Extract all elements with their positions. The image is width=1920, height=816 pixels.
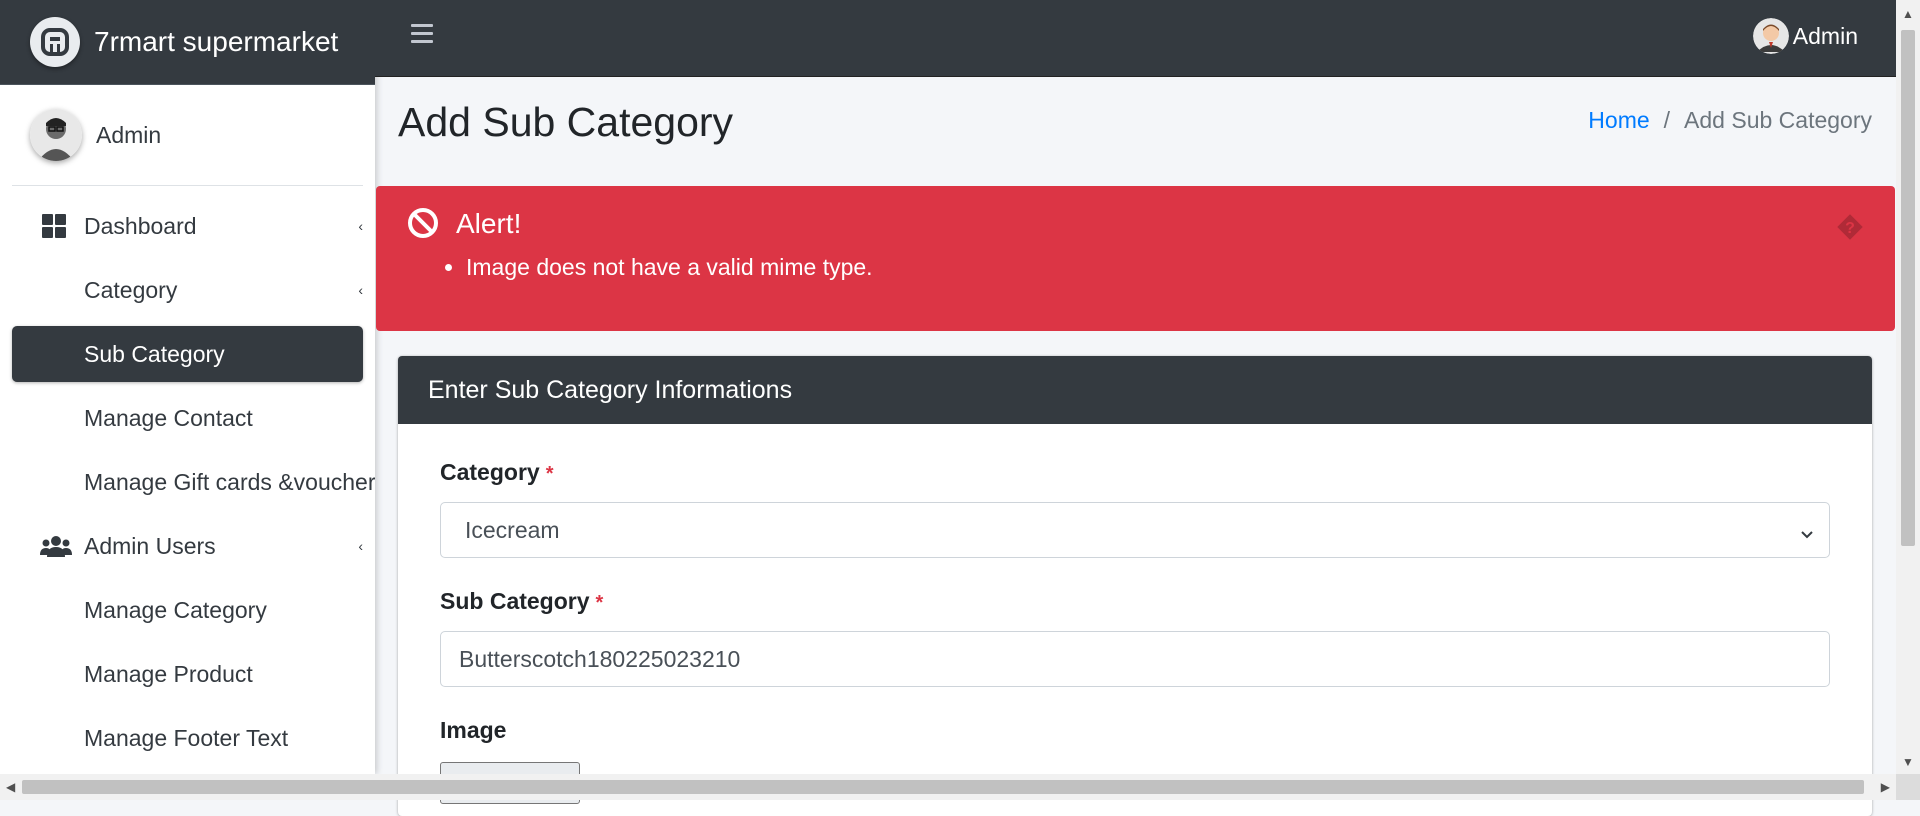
help-icon[interactable]: ? xyxy=(1835,212,1865,242)
sidebar-item-category[interactable]: Category ‹ xyxy=(12,262,363,318)
scroll-down-arrow-icon[interactable]: ▼ xyxy=(1902,756,1914,768)
sidebar-item-label: Manage Contact xyxy=(84,404,253,431)
sub-category-input[interactable]: Butterscotch180225023210 xyxy=(440,631,1830,687)
user-panel: Admin xyxy=(12,85,363,186)
alert-title: Alert! xyxy=(456,208,522,239)
horizontal-scrollbar[interactable]: ◀ ▶ xyxy=(0,774,1896,800)
scroll-up-arrow-icon[interactable]: ▲ xyxy=(1902,8,1914,20)
category-select[interactable]: Icecream xyxy=(440,502,1830,558)
page-title: Add Sub Category xyxy=(398,99,734,145)
breadcrumb-home-link[interactable]: Home xyxy=(1588,107,1649,134)
users-icon xyxy=(40,533,72,559)
user-avatar-icon xyxy=(1752,18,1789,54)
horizontal-scroll-thumb[interactable] xyxy=(22,780,1864,794)
menu-toggle-icon[interactable] xyxy=(411,24,433,48)
sidebar-nav: Dashboard ‹ Category ‹ Sub Category Mana… xyxy=(0,198,375,766)
sidebar-item-label: Manage Product xyxy=(84,660,253,687)
vertical-scrollbar[interactable]: ▲ ▼ xyxy=(1896,0,1920,774)
sub-category-value: Butterscotch180225023210 xyxy=(459,645,741,672)
top-user-name: Admin xyxy=(1792,22,1858,49)
chevron-down-icon xyxy=(1799,521,1815,539)
sidebar-item-admin-users[interactable]: Admin Users ‹ xyxy=(12,518,363,574)
dashboard-icon xyxy=(40,213,70,239)
required-marker: * xyxy=(545,463,554,485)
sidebar-item-label: Manage Category xyxy=(84,596,267,623)
sidebar-item-label: Category xyxy=(84,276,178,303)
breadcrumb-current: Add Sub Category xyxy=(1684,107,1872,133)
svg-text:?: ? xyxy=(1845,220,1855,237)
sidebar-item-label: Sub Category xyxy=(84,340,225,367)
brand-link[interactable]: 7rmart supermarket xyxy=(0,0,375,85)
avatar xyxy=(30,109,82,161)
scrollbar-corner xyxy=(1896,774,1920,800)
sidebar-item-label: Dashboard xyxy=(84,212,197,239)
sidebar-item-manage-gift-cards[interactable]: Manage Gift cards &voucher xyxy=(12,454,375,510)
chevron-left-icon: ‹ xyxy=(358,218,363,234)
sub-category-label: Sub Category * xyxy=(440,588,603,615)
sidebar-item-manage-product[interactable]: Manage Product xyxy=(12,646,363,702)
required-marker: * xyxy=(595,592,604,614)
image-label: Image xyxy=(440,717,507,743)
sidebar-item-sub-category[interactable]: Sub Category xyxy=(12,326,363,382)
user-name[interactable]: Admin xyxy=(96,122,161,149)
ban-icon xyxy=(406,206,440,240)
sidebar: 7rmart supermarket Admin Dashboard ‹ Cat… xyxy=(0,0,375,774)
scroll-left-arrow-icon[interactable]: ◀ xyxy=(6,780,15,794)
error-alert: Alert! Image does not have a valid mime … xyxy=(376,186,1895,331)
scroll-right-arrow-icon[interactable]: ▶ xyxy=(1881,780,1890,794)
sidebar-item-label: Admin Users xyxy=(84,532,216,559)
sidebar-item-manage-footer-text[interactable]: Manage Footer Text xyxy=(12,710,363,766)
sidebar-item-dashboard[interactable]: Dashboard ‹ xyxy=(12,198,363,254)
category-label-text: Category xyxy=(440,459,540,485)
alert-messages: Image does not have a valid mime type. xyxy=(438,254,873,281)
chevron-left-icon: ‹ xyxy=(358,282,363,298)
sidebar-item-manage-category[interactable]: Manage Category xyxy=(12,582,363,638)
sidebar-item-label: Manage Footer Text xyxy=(84,724,289,751)
brand-name: 7rmart supermarket xyxy=(94,26,339,57)
alert-message: Image does not have a valid mime type. xyxy=(466,254,873,281)
brand-logo-icon xyxy=(30,17,80,67)
sub-category-form-card: Enter Sub Category Informations Category… xyxy=(398,356,1872,816)
sidebar-item-manage-contact[interactable]: Manage Contact xyxy=(12,390,363,446)
card-header: Enter Sub Category Informations xyxy=(398,356,1872,424)
sub-category-label-text: Sub Category xyxy=(440,588,590,614)
chevron-left-icon: ‹ xyxy=(358,538,363,554)
vertical-scroll-thumb[interactable] xyxy=(1901,30,1915,546)
sidebar-item-label: Manage Gift cards &voucher xyxy=(84,468,375,495)
category-selected-value: Icecream xyxy=(465,516,560,543)
category-label: Category * xyxy=(440,459,554,486)
breadcrumb: Home / Add Sub Category xyxy=(1588,107,1872,134)
breadcrumb-separator: / xyxy=(1663,107,1671,133)
top-navbar: Admin xyxy=(375,0,1896,77)
user-menu[interactable]: Admin xyxy=(1752,18,1858,54)
